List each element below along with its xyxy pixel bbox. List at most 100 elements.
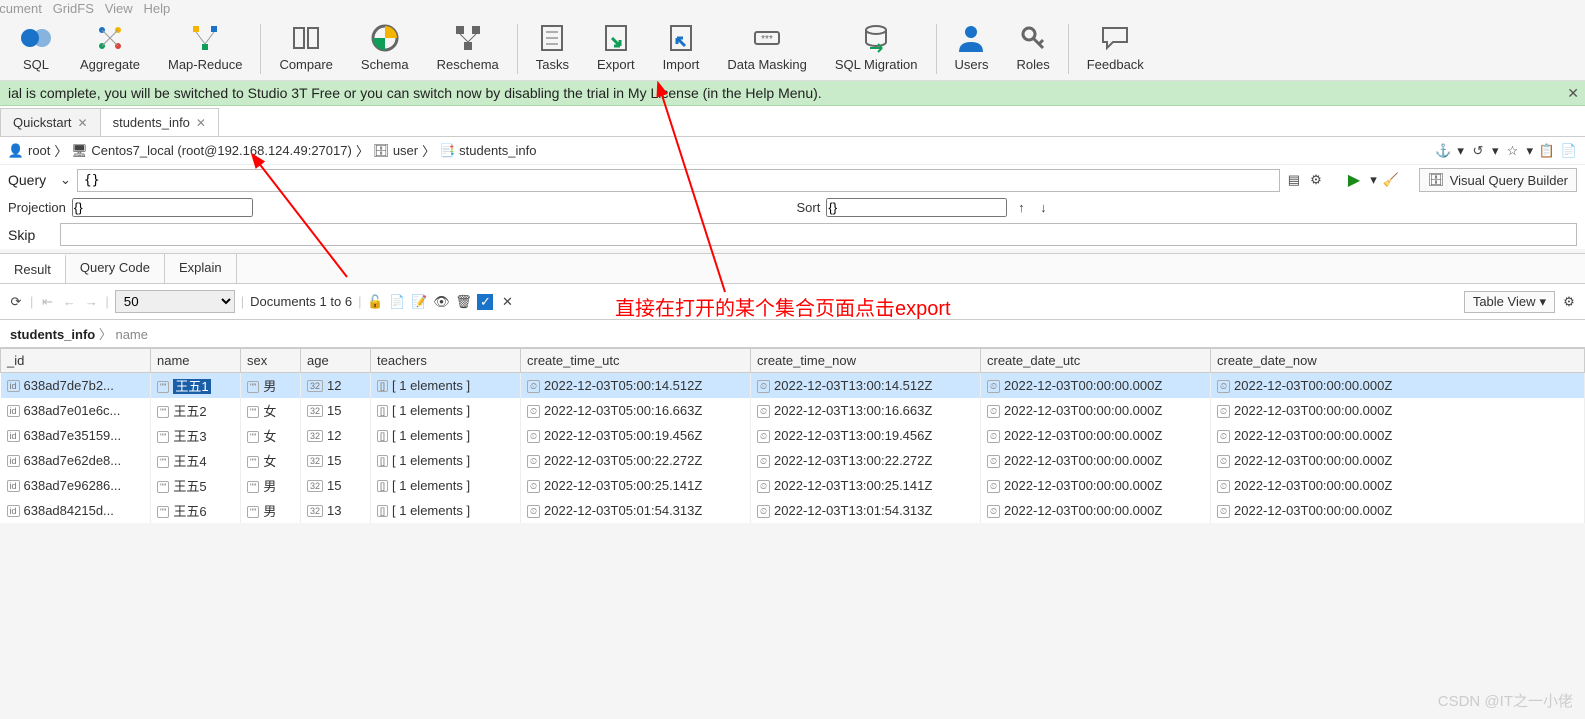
clear-icon[interactable]: 🧹 — [1383, 172, 1399, 188]
add-doc-icon[interactable]: 📄 — [389, 294, 405, 310]
banner-text: ial is complete, you will be switched to… — [8, 85, 822, 101]
schema-button[interactable]: Schema — [347, 20, 423, 74]
prev-page-icon[interactable]: ← — [61, 294, 77, 310]
star-icon[interactable]: ☆ — [1504, 143, 1520, 159]
refresh-icon[interactable]: ⟳ — [8, 294, 24, 310]
paste-icon[interactable]: 📄 — [1561, 143, 1577, 159]
field-path: students_info 〉 name — [0, 320, 1585, 348]
vqb-icon: 🗄 — [1428, 172, 1444, 188]
skip-row: Skip — [0, 220, 1585, 249]
feedback-button[interactable]: Feedback — [1073, 20, 1158, 74]
breadcrumb-collection[interactable]: students_info — [459, 143, 536, 158]
main-toolbar: SQL Aggregate Map-Reduce Compare Schema … — [0, 16, 1585, 81]
svg-text:***: *** — [761, 34, 773, 45]
view-selector[interactable]: Table View▾ — [1464, 291, 1555, 313]
table-row[interactable]: id638ad84215d...""王五6""男3213[][ 1 elemen… — [1, 498, 1585, 523]
breadcrumb-db[interactable]: user — [393, 143, 418, 158]
documents-count: Documents 1 to 6 — [250, 294, 352, 309]
import-button[interactable]: Import — [649, 20, 714, 74]
projection-input[interactable] — [72, 198, 253, 217]
compare-button[interactable]: Compare — [265, 20, 346, 74]
breadcrumb-user[interactable]: root — [28, 143, 50, 158]
copy-icon[interactable]: 📋 — [1539, 143, 1555, 159]
visual-query-builder-button[interactable]: 🗄 Visual Query Builder — [1419, 168, 1577, 192]
view-doc-icon[interactable]: 👁 — [433, 294, 449, 310]
map-reduce-button[interactable]: Map-Reduce — [154, 20, 256, 74]
users-button[interactable]: Users — [941, 20, 1003, 74]
chevron-down-icon[interactable]: ⌄ — [60, 172, 71, 188]
col-ctu[interactable]: create_time_utc — [521, 349, 751, 373]
database-icon: 🗄 — [373, 143, 389, 159]
arrow-down-icon[interactable]: ↓ — [1035, 200, 1051, 216]
skip-input[interactable] — [60, 223, 1577, 246]
history-icon[interactable]: ↺ — [1470, 143, 1486, 159]
close-icon[interactable]: ✕ — [78, 116, 88, 130]
export-button[interactable]: Export — [583, 20, 649, 74]
tab-query-code[interactable]: Query Code — [66, 254, 165, 283]
col-cdn[interactable]: create_date_now — [1211, 349, 1585, 373]
menu-partial: ocument GridFS View Help — [0, 1, 170, 16]
tasks-button[interactable]: Tasks — [522, 20, 583, 74]
separator — [936, 24, 937, 74]
separator — [260, 24, 261, 74]
run-button[interactable]: ▶ — [1344, 170, 1364, 190]
data-masking-button[interactable]: *** Data Masking — [713, 20, 820, 74]
col-id[interactable]: _id — [1, 349, 151, 373]
delete-doc-icon[interactable]: 🗑 — [455, 294, 471, 310]
col-age[interactable]: age — [301, 349, 371, 373]
col-teachers[interactable]: teachers — [371, 349, 521, 373]
cancel-icon[interactable]: ✕ — [499, 294, 515, 310]
chevron-down-icon[interactable]: ▾ — [1370, 172, 1377, 188]
col-name[interactable]: name — [151, 349, 241, 373]
lock-icon[interactable]: 🔓 — [367, 294, 383, 310]
tasks-icon — [536, 22, 568, 54]
first-page-icon[interactable]: ⇤ — [39, 294, 55, 310]
tab-explain[interactable]: Explain — [165, 254, 237, 283]
edit-doc-icon[interactable]: 📝 — [411, 294, 427, 310]
sql-migration-icon — [860, 22, 892, 54]
col-sex[interactable]: sex — [241, 349, 301, 373]
tab-students-info[interactable]: students_info ✕ — [100, 108, 219, 136]
separator — [517, 24, 518, 74]
table-row[interactable]: id638ad7e35159...""王五3""女3212[][ 1 eleme… — [1, 423, 1585, 448]
export-icon — [600, 22, 632, 54]
col-cdu[interactable]: create_date_utc — [981, 349, 1211, 373]
roles-icon — [1017, 22, 1049, 54]
table-row[interactable]: id638ad7e62de8...""王五4""女3215[][ 1 eleme… — [1, 448, 1585, 473]
roles-button[interactable]: Roles — [1002, 20, 1063, 74]
reschema-icon — [452, 22, 484, 54]
breadcrumb-host[interactable]: Centos7_local (root@192.168.124.49:27017… — [91, 143, 351, 158]
gear-icon[interactable]: ⚙ — [1561, 294, 1577, 310]
breadcrumb-bar: 👤 root〉 🖥 Centos7_local (root@192.168.12… — [0, 137, 1585, 165]
close-icon[interactable]: ✕ — [196, 116, 206, 130]
tab-result[interactable]: Result — [0, 254, 66, 283]
check-icon[interactable]: ✓ — [477, 294, 493, 310]
gear-icon[interactable]: ⚙ — [1308, 172, 1324, 188]
sql-icon — [20, 22, 52, 54]
sort-label: Sort — [797, 200, 821, 215]
anchor-icon[interactable]: ⚓ — [1435, 143, 1451, 159]
table-row[interactable]: id638ad7de7b2...""王五1""男3212[][ 1 elemen… — [1, 373, 1585, 399]
arrow-up-icon[interactable]: ↑ — [1013, 200, 1029, 216]
table-row[interactable]: id638ad7e96286...""王五5""男3215[][ 1 eleme… — [1, 473, 1585, 498]
col-ctn[interactable]: create_time_now — [751, 349, 981, 373]
reschema-button[interactable]: Reschema — [423, 20, 513, 74]
list-icon[interactable]: ▤ — [1286, 172, 1302, 188]
separator — [1068, 24, 1069, 74]
sql-migration-button[interactable]: SQL Migration — [821, 20, 932, 74]
feedback-icon — [1099, 22, 1131, 54]
aggregate-button[interactable]: Aggregate — [66, 20, 154, 74]
page-size-select[interactable]: 50 — [115, 290, 235, 313]
banner-close[interactable]: ✕ — [1567, 85, 1579, 102]
watermark: CSDN @IT之一小佬 — [1438, 690, 1573, 711]
chevron-down-icon: ▾ — [1539, 294, 1546, 310]
query-input[interactable] — [77, 169, 1280, 192]
query-row: Query ⌄ ▤ ⚙ ▶▾ 🧹 🗄 Visual Query Builder — [0, 165, 1585, 195]
sort-input[interactable] — [826, 198, 1007, 217]
table-row[interactable]: id638ad7e01e6c...""王五2""女3215[][ 1 eleme… — [1, 398, 1585, 423]
tab-quickstart[interactable]: Quickstart ✕ — [0, 108, 101, 136]
compare-icon — [290, 22, 322, 54]
next-page-icon[interactable]: → — [83, 294, 99, 310]
data-grid: _id name sex age teachers create_time_ut… — [0, 348, 1585, 523]
sql-button[interactable]: SQL — [6, 20, 66, 74]
